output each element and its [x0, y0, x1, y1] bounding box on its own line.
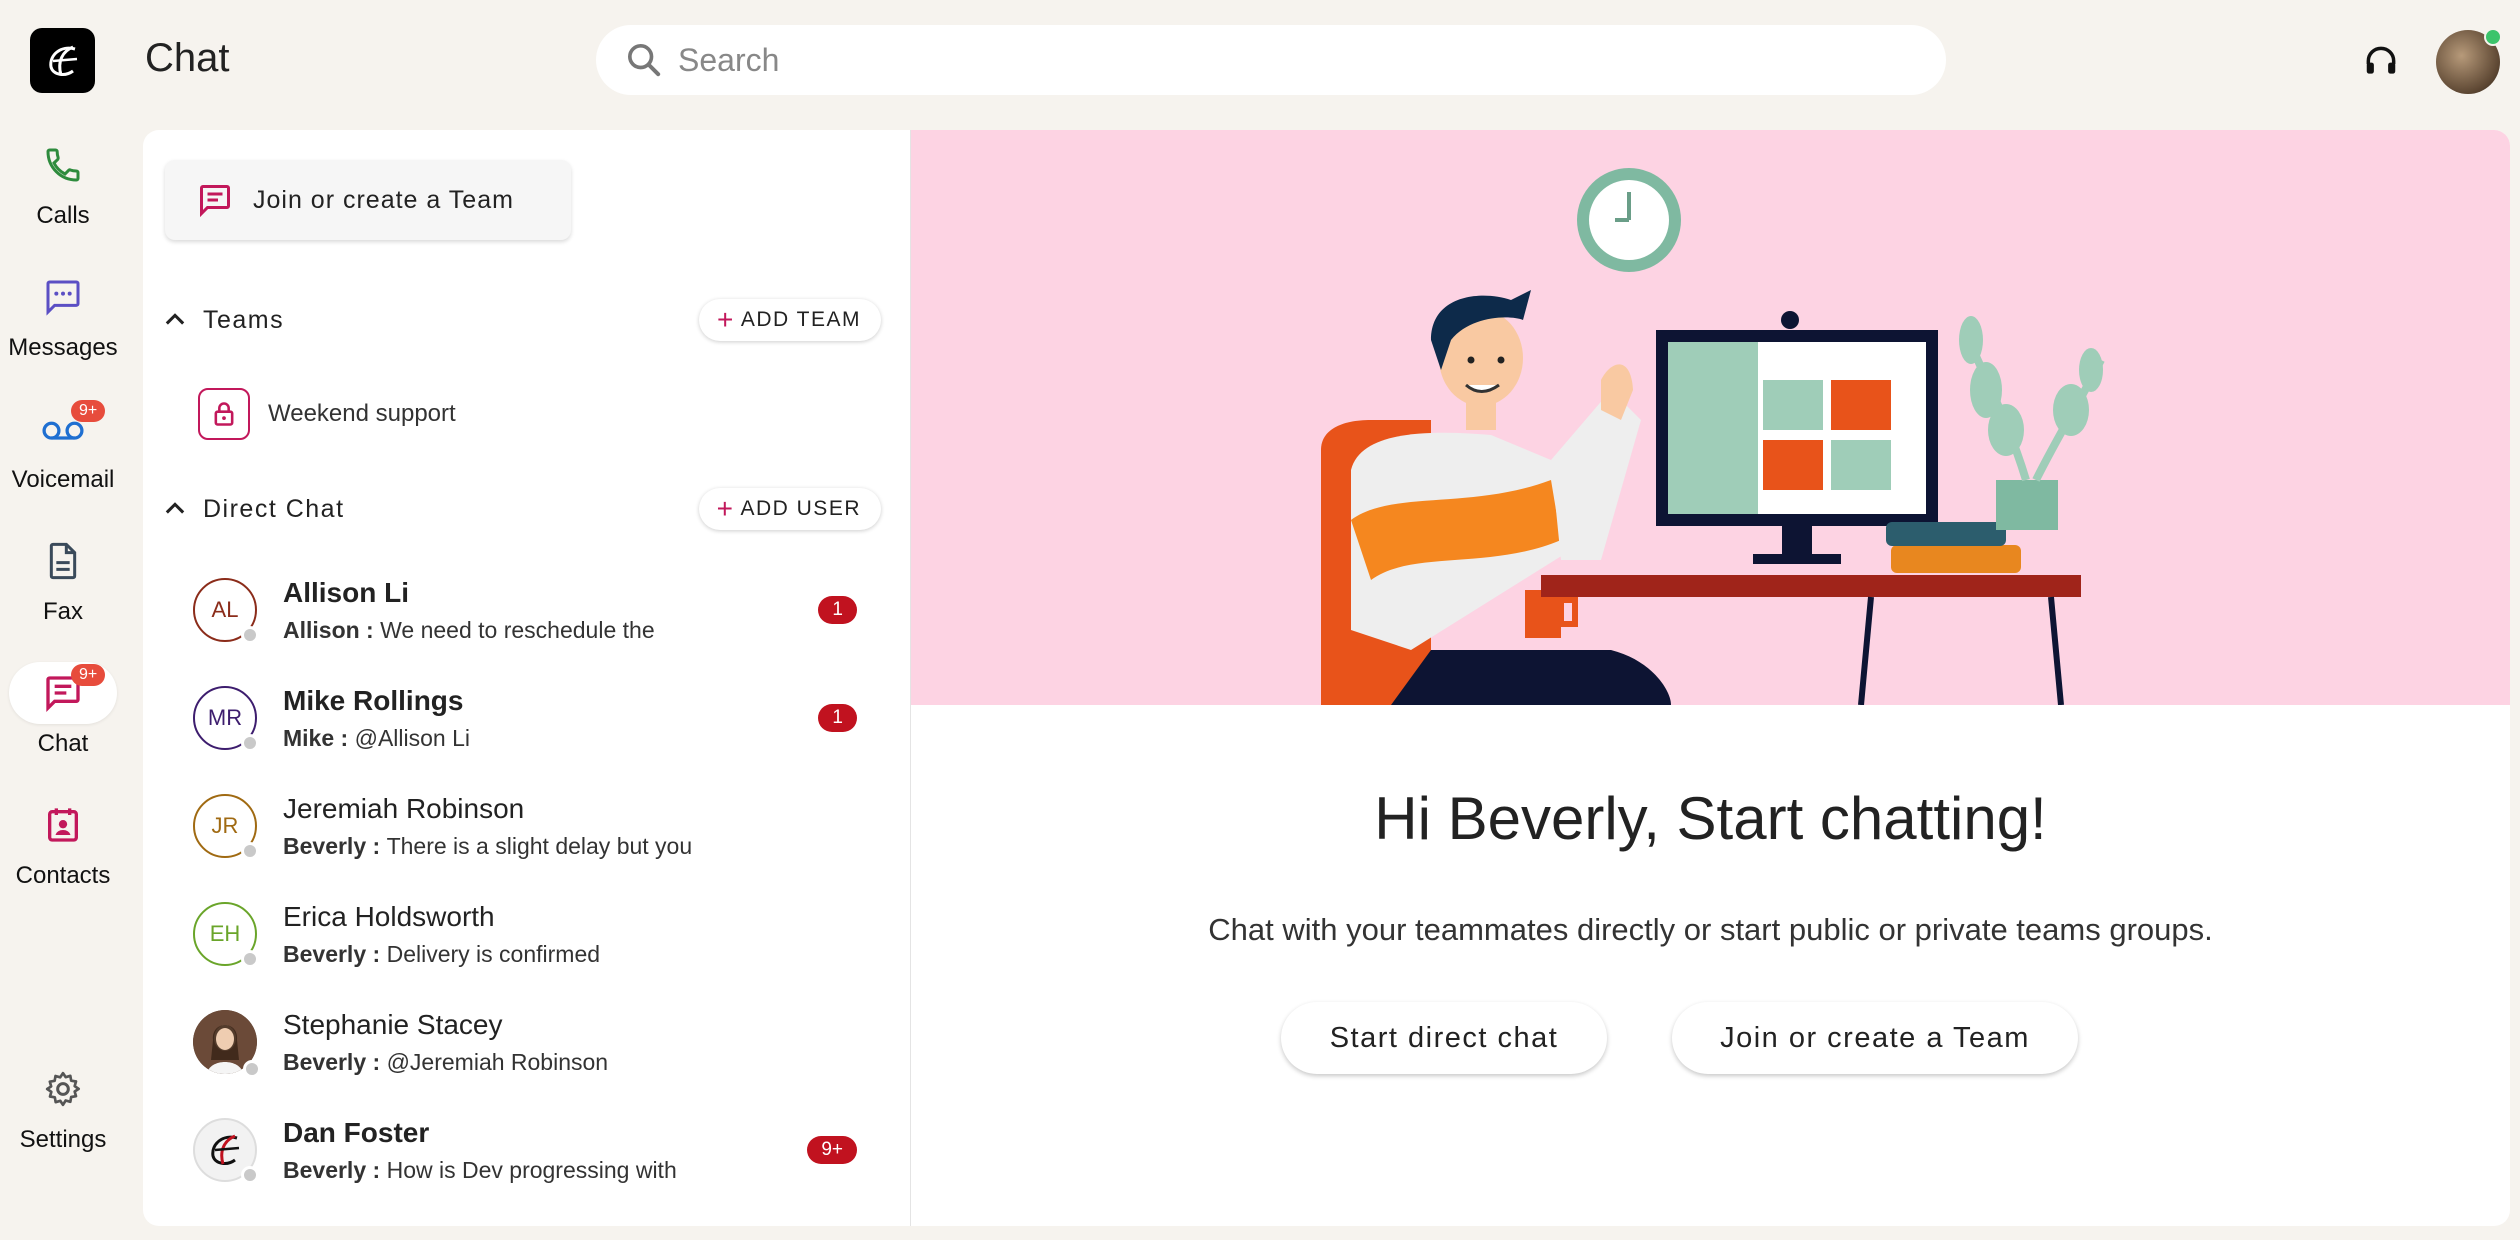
chat-list-panel: Join or create a Team Teams + ADD TEAM W…	[143, 130, 911, 1226]
app-logo[interactable]	[30, 28, 95, 93]
nav-contacts-label: Contacts	[15, 862, 111, 889]
headset-icon[interactable]	[2362, 42, 2400, 80]
voicemail-badge: 9+	[71, 400, 106, 422]
presence-indicator	[243, 1060, 261, 1078]
presence-indicator	[241, 1166, 259, 1184]
presence-indicator	[241, 842, 259, 860]
lock-icon	[214, 402, 234, 426]
message-icon	[46, 280, 80, 316]
nav-settings[interactable]: Settings	[0, 1058, 126, 1154]
nav-rail: Calls Messages 9+ Voicemail Fax 9+ Chat …	[0, 0, 126, 1240]
nav-settings-label: Settings	[19, 1126, 107, 1153]
teams-title: Teams	[203, 305, 285, 334]
add-team-label: ADD TEAM	[740, 308, 861, 331]
nav-calls[interactable]: Calls	[0, 134, 126, 230]
avatar	[193, 1118, 259, 1184]
chat-name: Dan Foster	[283, 1116, 430, 1148]
teams-section-header[interactable]: Teams + ADD TEAM	[161, 299, 891, 341]
chat-preview: Beverly : There is a slight delay but yo…	[283, 832, 693, 859]
globe-logo-icon	[48, 45, 77, 76]
nav-messages-label: Messages	[8, 334, 118, 361]
avatar: MR	[193, 686, 259, 752]
chat-preview: Allison : We need to reschedule the	[283, 616, 655, 643]
search-icon	[628, 44, 661, 77]
chat-name: Mike Rollings	[283, 684, 464, 716]
person-at-desk-illustration	[1321, 168, 2105, 705]
join-create-team-button[interactable]: Join or create a Team	[1672, 1002, 2078, 1074]
globe-logo-icon	[211, 1134, 240, 1165]
direct-chat-section-header[interactable]: Direct Chat + ADD USER	[161, 488, 891, 530]
avatar	[193, 1010, 261, 1078]
start-direct-chat-button[interactable]: Start direct chat	[1281, 1002, 1607, 1074]
chat-row-jeremiah-robinson[interactable]: JR Jeremiah Robinson Beverly : There is …	[143, 772, 911, 880]
phone-icon	[46, 148, 80, 182]
chat-row-allison-li[interactable]: AL Allison Li Allison : We need to resch…	[143, 556, 911, 664]
chat-preview: Beverly : Delivery is confirmed	[283, 940, 601, 967]
plus-icon: +	[716, 493, 735, 524]
nav-voicemail[interactable]: 9+ Voicemail	[0, 398, 126, 494]
chat-row-mike-rollings[interactable]: MR Mike Rollings Mike : @Allison Li 1	[143, 664, 911, 772]
unread-badge: 1	[818, 596, 857, 624]
chat-name: Jeremiah Robinson	[283, 792, 525, 824]
search-bar[interactable]	[596, 25, 1946, 95]
hero-illustration	[911, 130, 2510, 705]
nav-messages[interactable]: Messages	[0, 266, 126, 362]
nav-calls-label: Calls	[36, 202, 90, 229]
team-label: Weekend support	[268, 400, 456, 427]
plus-icon: +	[717, 304, 735, 335]
presence-indicator	[241, 734, 259, 752]
presence-indicator	[241, 626, 259, 644]
avatar: EH	[193, 902, 259, 968]
chat-row-stephanie-stacey[interactable]: Stephanie Stacey Beverly : @Jeremiah Rob…	[143, 988, 911, 1096]
nav-contacts[interactable]: Contacts	[0, 794, 126, 890]
fax-icon	[49, 542, 77, 580]
presence-indicator	[241, 950, 259, 968]
chevron-up-icon[interactable]	[161, 306, 189, 334]
gear-icon	[45, 1071, 80, 1107]
chevron-up-icon[interactable]	[161, 495, 189, 523]
search-input[interactable]	[678, 41, 1878, 79]
nav-voicemail-label: Voicemail	[11, 466, 115, 493]
chat-row-erica-holdsworth[interactable]: EH Erica Holdsworth Beverly : Delivery i…	[143, 880, 911, 988]
unread-badge: 1	[818, 704, 857, 732]
user-avatar[interactable]	[2436, 28, 2502, 94]
chat-row-dan-foster[interactable]: Dan Foster Beverly : How is Dev progress…	[143, 1096, 911, 1204]
join-team-button[interactable]: Join or create a Team	[165, 160, 571, 240]
welcome-subtext: Chat with your teammates directly or sta…	[1208, 912, 2213, 947]
unread-badge: 9+	[807, 1136, 857, 1164]
direct-chat-title: Direct Chat	[203, 494, 345, 523]
add-user-label: ADD USER	[740, 497, 861, 520]
team-chat-icon	[200, 185, 230, 218]
page-title: Chat	[145, 36, 230, 80]
nav-chat[interactable]: 9+ Chat	[0, 662, 126, 758]
chat-preview: Beverly : @Jeremiah Robinson	[283, 1048, 609, 1075]
chat-name: Stephanie Stacey	[283, 1008, 503, 1040]
add-user-button[interactable]: + ADD USER	[698, 488, 881, 530]
welcome-heading: Hi Beverly, Start chatting!	[1374, 785, 2047, 852]
chat-badge: 9+	[71, 664, 106, 686]
add-team-button[interactable]: + ADD TEAM	[699, 299, 881, 341]
contacts-icon	[48, 808, 78, 842]
join-team-label: Join or create a Team	[253, 185, 514, 214]
chat-name: Erica Holdsworth	[283, 900, 495, 932]
nav-chat-label: Chat	[37, 730, 89, 757]
welcome-pane: Hi Beverly, Start chatting! Chat with yo…	[911, 130, 2510, 1226]
avatar: JR	[193, 794, 259, 860]
nav-fax-label: Fax	[42, 598, 83, 625]
chat-name: Allison Li	[283, 576, 409, 608]
chat-preview: Mike : @Allison Li	[283, 724, 470, 751]
nav-fax[interactable]: Fax	[0, 530, 126, 626]
chat-preview: Beverly : How is Dev progressing with	[283, 1156, 677, 1183]
online-indicator	[2484, 28, 2502, 46]
team-item-weekend-support[interactable]: Weekend support	[198, 388, 456, 440]
avatar: AL	[193, 578, 259, 644]
